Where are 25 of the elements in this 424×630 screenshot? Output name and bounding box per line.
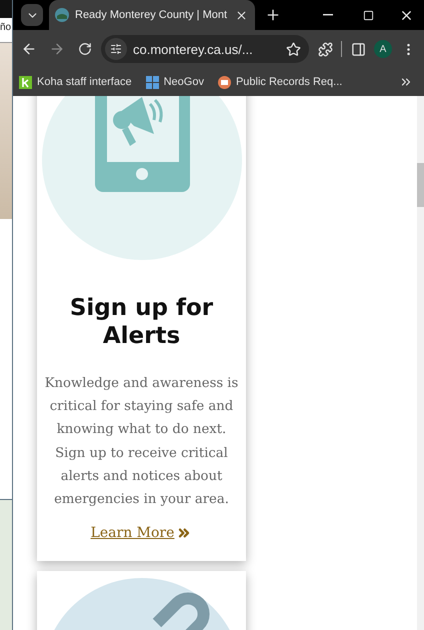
address-bar[interactable]: co.monterey.ca.us/...: [101, 35, 309, 63]
tab-title: Ready Monterey County | Mont: [75, 9, 227, 21]
koha-logo-icon: [19, 76, 32, 88]
globe-icon: [55, 8, 69, 22]
card-title: Sign up for Alerts: [68, 294, 214, 350]
browser-tab[interactable]: Ready Monterey County | Mont: [49, 0, 255, 30]
minimize-icon: [323, 14, 333, 16]
forward-arrow-icon: [49, 41, 65, 57]
bookmark-item[interactable]: NeoGov: [146, 76, 204, 88]
learn-more-link[interactable]: Learn More: [90, 525, 174, 542]
card-description: Knowledge and awareness is critical for staying safe and knowing what to do next. Sign up to receive critical alerts and notices about emergencies in your area.: [44, 375, 240, 510]
grid-icon: [146, 76, 159, 88]
site-settings-icon[interactable]: [105, 38, 127, 60]
tab-search-button[interactable]: [21, 4, 43, 26]
profile-avatar[interactable]: A: [374, 40, 392, 58]
title-bar: [0, 0, 12, 18]
plus-icon: [265, 7, 281, 23]
reload-icon: [78, 42, 92, 56]
bookmark-item[interactable]: Koha staff interface: [19, 76, 132, 88]
bookmark-item[interactable]: Public Records Req...: [218, 76, 342, 88]
close-icon: [234, 8, 248, 22]
maximize-icon: [362, 10, 374, 20]
url-text: co.monterey.ca.us/...: [133, 42, 254, 56]
scrollbar[interactable]: [417, 96, 424, 630]
phone-megaphone-icon: [42, 96, 242, 260]
